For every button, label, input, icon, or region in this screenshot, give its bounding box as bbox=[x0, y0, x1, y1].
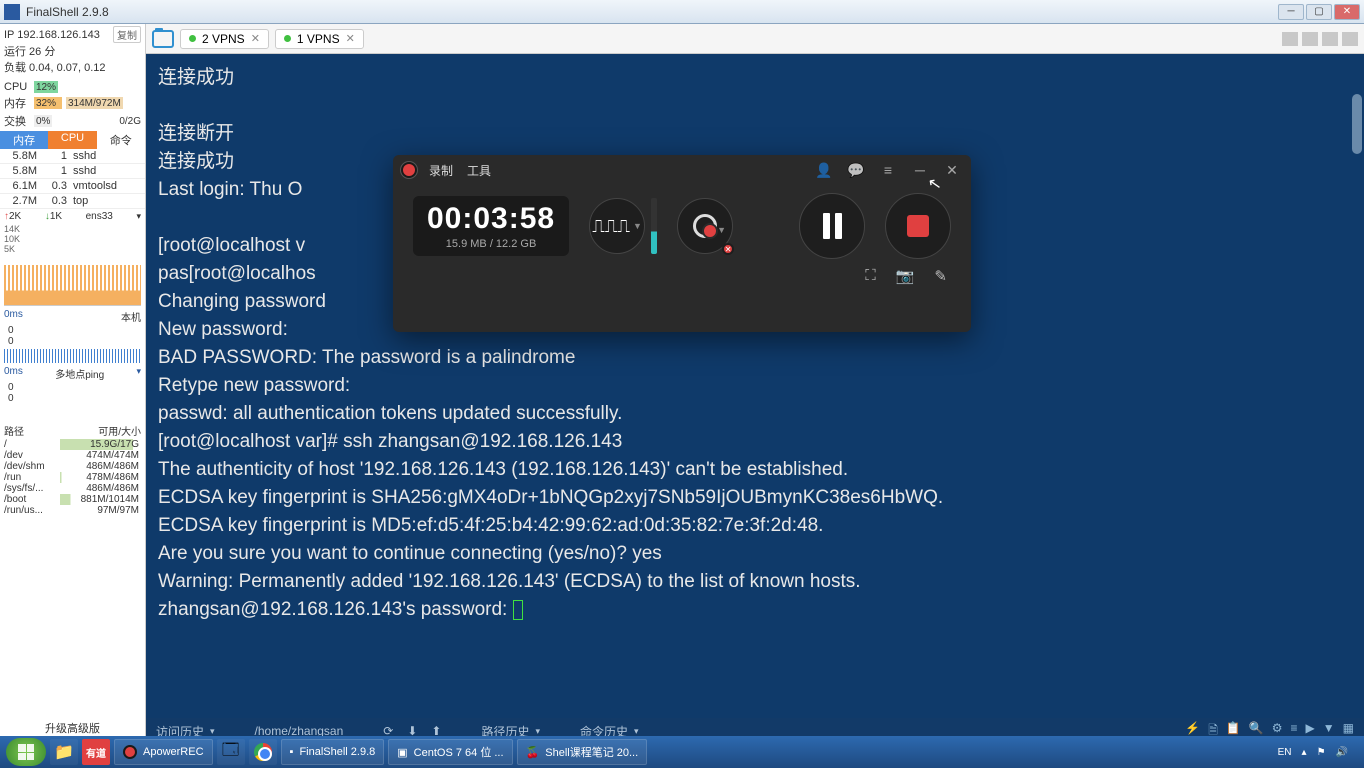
waveform-icon: ⎍⎍⎍ bbox=[592, 216, 630, 237]
rec-menu-tools[interactable]: 工具 bbox=[467, 162, 491, 179]
process-table-header: 内存 CPU 命令 bbox=[0, 131, 145, 149]
folder-icon[interactable] bbox=[152, 30, 174, 48]
tray-chevron-icon[interactable]: ▴ bbox=[1302, 747, 1307, 758]
terminal-icon: ▪ bbox=[290, 746, 294, 758]
latency-chart bbox=[4, 349, 141, 363]
record-dot-icon bbox=[403, 164, 415, 176]
swap-bar: 0% bbox=[34, 115, 52, 127]
status-dot-icon bbox=[284, 35, 291, 42]
close-tab-icon[interactable]: ✕ bbox=[251, 32, 260, 45]
load-label: 负载 0.04, 0.07, 0.12 bbox=[4, 59, 141, 75]
uptime-label: 运行 26 分 bbox=[4, 43, 141, 59]
table-row[interactable]: 5.8M1sshd bbox=[0, 164, 145, 179]
taskbar-shell-notes[interactable]: 🍒Shell课程笔记 20... bbox=[517, 739, 648, 765]
camera-off-badge: ✕ bbox=[722, 243, 734, 255]
iface-select[interactable]: ens33 bbox=[86, 211, 113, 222]
timer-box: 00:03:58 15.9 MB / 12.2 GB bbox=[413, 196, 569, 256]
process-table: 5.8M1sshd5.8M1sshd6.1M0.3vmtoolsd2.7M0.3… bbox=[0, 149, 145, 209]
window-controls: ─ ▢ ✕ bbox=[1278, 4, 1360, 20]
taskbar-finalshell[interactable]: ▪FinalShell 2.9.8 bbox=[281, 739, 385, 765]
chat-icon[interactable]: 💬 bbox=[847, 161, 865, 179]
disk-row[interactable]: /dev474M/474M bbox=[0, 450, 145, 461]
fullscreen-icon[interactable]: ⛶ bbox=[865, 267, 876, 285]
swap-text: 0/2G bbox=[119, 116, 141, 127]
table-row[interactable]: 6.1M0.3vmtoolsd bbox=[0, 179, 145, 194]
youdao-icon[interactable]: 有道 bbox=[82, 739, 110, 765]
recorder-header[interactable]: 录制 工具 👤 💬 ≡ ─ ✕ bbox=[393, 155, 971, 185]
close-button[interactable]: ✕ bbox=[1334, 4, 1360, 20]
swap-lbl: 交换 bbox=[4, 113, 30, 129]
disk-row[interactable]: /sys/fs/...486M/486M bbox=[0, 483, 145, 494]
screenshot-icon[interactable]: 📷 bbox=[896, 267, 915, 285]
terminal[interactable]: 连接成功 连接断开 连接成功 Last login: Thu O [root@l… bbox=[146, 54, 1364, 718]
cpu-lbl: CPU bbox=[4, 81, 30, 93]
cpu-bar: 12% bbox=[34, 81, 58, 93]
terminal-cursor bbox=[513, 600, 523, 620]
view-mode-buttons[interactable] bbox=[1282, 32, 1358, 46]
taskbar-centos[interactable]: ▣CentOS 7 64 位 ... bbox=[388, 739, 512, 765]
rec-menu-record[interactable]: 录制 bbox=[429, 162, 453, 179]
taskbar-apowerrec[interactable]: ApowerREC bbox=[114, 739, 213, 765]
cherry-icon: 🍒 bbox=[526, 746, 540, 759]
taskbar-app1[interactable]: 🗔 bbox=[217, 739, 245, 765]
main-area: 2 VPNS✕ 1 VPNS✕ 连接成功 连接断开 连接成功 Last logi… bbox=[146, 24, 1364, 744]
mem-text: 314M/972M bbox=[66, 97, 123, 109]
system-tray[interactable]: EN ▴ ⚑ 🔊 bbox=[1278, 747, 1358, 758]
chrome-icon[interactable] bbox=[249, 739, 277, 765]
maximize-button[interactable]: ▢ bbox=[1306, 4, 1332, 20]
language-indicator[interactable]: EN bbox=[1278, 747, 1292, 758]
tab-bar: 2 VPNS✕ 1 VPNS✕ bbox=[146, 24, 1364, 54]
rec-close-button[interactable]: ✕ bbox=[943, 161, 961, 179]
latency-local: 0ms bbox=[4, 309, 23, 324]
window-titlebar: FinalShell 2.9.8 ─ ▢ ✕ bbox=[0, 0, 1364, 24]
mem-bar: 32% bbox=[34, 97, 62, 109]
windows-taskbar: 📁 有道 ApowerREC 🗔 ▪FinalShell 2.9.8 ▣Cent… bbox=[0, 736, 1364, 768]
vm-icon: ▣ bbox=[397, 746, 407, 759]
minimize-button[interactable]: ─ bbox=[1278, 4, 1304, 20]
table-row[interactable]: 5.8M1sshd bbox=[0, 149, 145, 164]
record-icon bbox=[123, 745, 137, 759]
table-row[interactable]: 2.7M0.3top bbox=[0, 194, 145, 209]
pause-button[interactable] bbox=[799, 193, 865, 259]
camera-button[interactable]: ✕ ▼ bbox=[677, 198, 733, 254]
disk-row[interactable]: /15.9G/17G bbox=[0, 439, 145, 450]
annotate-icon[interactable]: ✎ bbox=[934, 267, 947, 285]
mem-lbl: 内存 bbox=[4, 95, 30, 111]
recording-size: 15.9 MB / 12.2 GB bbox=[427, 238, 555, 250]
volume-icon[interactable]: 🔊 bbox=[1336, 747, 1348, 758]
window-title: FinalShell 2.9.8 bbox=[26, 5, 109, 19]
network-sparkline bbox=[4, 256, 141, 306]
ip-label: IP 192.168.126.143 bbox=[4, 29, 100, 41]
disk-row[interactable]: /run/us...97M/97M bbox=[0, 505, 145, 516]
scrollbar-thumb[interactable] bbox=[1352, 94, 1362, 154]
close-tab-icon[interactable]: ✕ bbox=[346, 32, 355, 45]
latency-multi: 0ms bbox=[4, 366, 23, 381]
action-center-icon[interactable]: ⚑ bbox=[1317, 747, 1326, 758]
camera-icon bbox=[693, 214, 717, 238]
copy-ip-button[interactable]: 复制 bbox=[113, 26, 141, 43]
disk-row[interactable]: /dev/shm486M/486M bbox=[0, 461, 145, 472]
audio-level-meter bbox=[651, 198, 657, 254]
explorer-icon[interactable]: 📁 bbox=[50, 739, 78, 765]
tab-1vpns[interactable]: 1 VPNS✕ bbox=[275, 29, 364, 49]
disk-table: 路径可用/大小 /15.9G/17G/dev474M/474M/dev/shm4… bbox=[0, 422, 145, 516]
audio-source-button[interactable]: ⎍⎍⎍▼ bbox=[589, 198, 645, 254]
sidebar: IP 192.168.126.143 复制 运行 26 分 负载 0.04, 0… bbox=[0, 24, 146, 744]
stop-button[interactable] bbox=[885, 193, 951, 259]
tab-2vpns[interactable]: 2 VPNS✕ bbox=[180, 29, 269, 49]
status-dot-icon bbox=[189, 35, 196, 42]
recorder-window[interactable]: 录制 工具 👤 💬 ≡ ─ ✕ 00:03:58 15.9 MB / 12.2 … bbox=[393, 155, 971, 332]
app-logo-icon bbox=[4, 4, 20, 20]
recording-timer: 00:03:58 bbox=[427, 202, 555, 236]
disk-row[interactable]: /boot881M/1014M bbox=[0, 494, 145, 505]
disk-row[interactable]: /run478M/486M bbox=[0, 472, 145, 483]
start-button[interactable] bbox=[6, 738, 46, 766]
menu-icon[interactable]: ≡ bbox=[879, 161, 897, 179]
chevron-down-icon: ▼ bbox=[717, 225, 726, 235]
chevron-down-icon: ▼ bbox=[633, 221, 642, 231]
user-icon[interactable]: 👤 bbox=[815, 161, 833, 179]
network-row: ↑2K ↓1K ens33▾ bbox=[0, 209, 145, 224]
